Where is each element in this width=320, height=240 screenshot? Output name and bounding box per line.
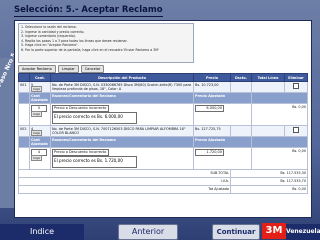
reason-header: Razones/Comentario del Reclamo [50, 136, 194, 148]
reason-select[interactable]: Precio o Descuento Incorrecto [52, 149, 109, 156]
product-description: No. de Parte 3M DISCO, S.N. 7007126503 D… [50, 125, 194, 137]
qty-column-header: Cant. [29, 73, 51, 82]
instruction-line: 6. Por la parte superior de la pantalla,… [21, 47, 159, 52]
table-row: 001 5 CAJA No. de Parte 3M DISCO, S.N. 03… [18, 81, 308, 93]
line-total [251, 125, 285, 137]
discount-value [230, 81, 252, 93]
comment-textarea[interactable]: El precio correcto es Bs. 6.000,00 [52, 112, 137, 124]
comment-textarea[interactable]: El precio correcto es Bs. 1.720,00 [52, 156, 137, 168]
caja-button[interactable]: CAJA [31, 130, 43, 136]
summary-label: Tot Ajustado [18, 185, 231, 194]
adjusted-qty-header: Cant Ajustada [29, 92, 51, 104]
index-nav-button[interactable]: Indice [0, 224, 84, 240]
description-column-header: Descripción del Producto [50, 73, 194, 82]
sub-header-row: Cant Ajustada Razones/Comentario del Rec… [18, 92, 308, 104]
total-column-header: Total Línea [251, 73, 285, 82]
cancel-button[interactable]: Cancelar [80, 65, 105, 73]
reason-header: Razones/Comentario del Reclamo [50, 92, 194, 104]
adjusted-price-header: Precio Ajustado [193, 92, 252, 104]
country-label: Venezuela [286, 224, 320, 240]
screenshot-window: 1. Seleccione la razón del reclamo. 2. I… [14, 20, 312, 218]
summary-row: Tot Ajustado Bs. 0,00 [18, 185, 308, 194]
claim-table: Cant. Descripción del Producto Precio Ds… [18, 73, 308, 194]
slide-title: Selección: 5.- Aceptar Reclamo [14, 5, 163, 17]
price-column-header: Precio [193, 73, 231, 82]
caja-button[interactable]: CAJA [31, 86, 43, 92]
accept-claim-button[interactable]: Aceptar Reclamo [18, 65, 56, 73]
3m-logo: 3M [262, 223, 286, 239]
line-number: 001 [18, 81, 30, 93]
action-buttons: Aceptar Reclamo Limpiar Cancelar [18, 65, 105, 73]
summary-value: Bs. 117.535,70 [230, 177, 308, 186]
reason-select[interactable]: Precio o Descuento Incorrecto [52, 105, 109, 112]
price-value: Bs. 10.723,00 [193, 81, 231, 93]
table-header-row: Cant. Descripción del Producto Precio Ds… [18, 73, 308, 82]
delete-column-header: Eliminar [284, 73, 308, 82]
line-column-header [18, 73, 30, 82]
summary-value: Bs. 0,00 [230, 185, 308, 194]
summary-label: I.V.A. [18, 177, 231, 186]
clear-button[interactable]: Limpiar [57, 65, 79, 73]
sub-header-row: Cant Ajustada Razones/Comentario del Rec… [18, 136, 308, 148]
adjust-row: 5 CAJA Precio o Descuento Incorrecto El p… [18, 103, 308, 126]
price-value: Bs. 127.725,75 [193, 125, 231, 137]
discount-column-header: Dscto. [230, 73, 252, 82]
adjusted-total: Bs. 0,00 [251, 103, 308, 126]
caja-button[interactable]: CAJA [31, 111, 43, 117]
adjusted-price-input[interactable]: 1.720,00 [195, 149, 224, 156]
caja-button[interactable]: CAJA [31, 155, 43, 161]
adjusted-price-input[interactable]: 6.000,00 [195, 105, 224, 112]
previous-nav-button[interactable]: Anterior [118, 224, 178, 240]
line-total [251, 81, 285, 93]
instructions-box: 1. Seleccione la razón del reclamo. 2. I… [18, 23, 194, 63]
summary-value: Bs. 117.535,30 [230, 169, 308, 178]
adjust-row: 4 CAJA Precio o Descuento Incorrecto El p… [18, 147, 308, 170]
table-row: 002 4 CAJA No. de Parte 3M DISCO, S.N. 70… [18, 125, 308, 137]
line-number: 002 [18, 125, 30, 137]
continue-nav-button[interactable]: Continuar [212, 224, 260, 240]
delete-checkbox[interactable] [293, 83, 299, 89]
summary-row: I.V.A. Bs. 117.535,70 [18, 177, 308, 186]
summary-row: SUB-TOTAL Bs. 117.535,30 [18, 169, 308, 178]
summary-label: SUB-TOTAL [18, 169, 231, 178]
adjusted-price-header: Precio Ajustado [193, 136, 252, 148]
adjusted-total: Bs. 0,00 [251, 147, 308, 170]
delete-checkbox[interactable] [293, 127, 299, 133]
product-description: No. de Parte 3M DISCO, S.N. 0330066765 D… [50, 81, 194, 93]
adjusted-qty-header: Cant Ajustada [29, 136, 51, 148]
discount-value [230, 125, 252, 137]
